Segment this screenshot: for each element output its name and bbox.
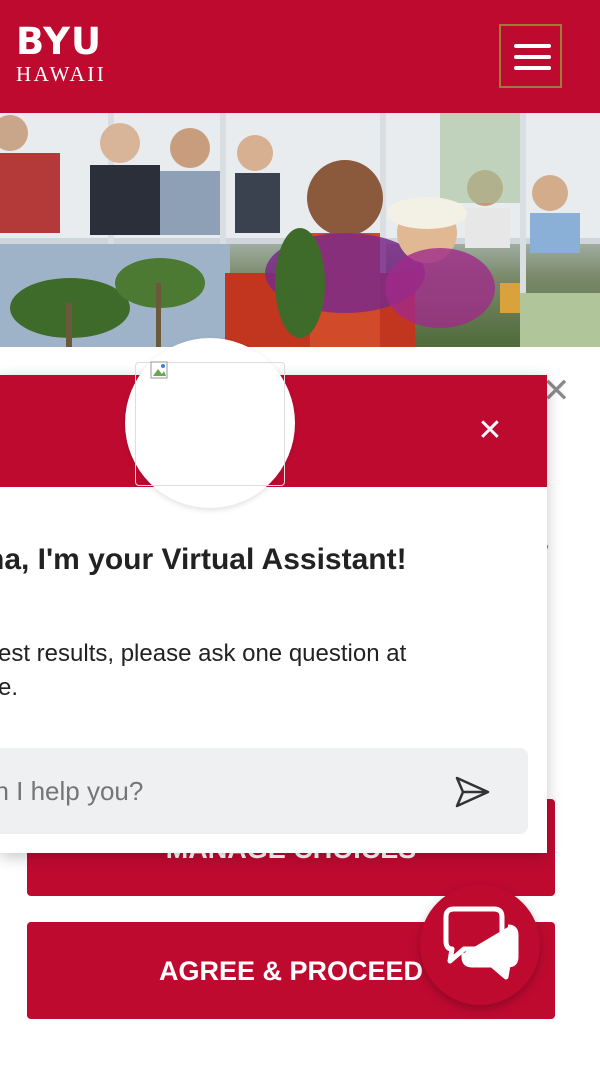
chat-bubbles-icon xyxy=(443,906,519,980)
chat-message-input[interactable] xyxy=(0,748,460,834)
hamburger-menu-icon xyxy=(514,44,551,48)
chat-instructions: est results, please ask one question at … xyxy=(0,637,478,705)
avatar-image-placeholder xyxy=(135,362,285,486)
chat-launcher-button[interactable] xyxy=(420,885,540,1005)
send-message-button[interactable] xyxy=(452,772,492,812)
logo-byu-text: BYU xyxy=(16,20,103,63)
chat-instructions-line1: est results, please ask one question at xyxy=(0,640,407,667)
hamburger-line xyxy=(514,55,551,59)
close-icon: ✕ xyxy=(477,413,503,448)
chat-greeting-title: ha, I'm your Virtual Assistant! xyxy=(0,543,407,576)
chat-close-button[interactable]: ✕ xyxy=(474,415,506,447)
send-icon xyxy=(455,776,490,808)
logo-hawaii-text: HAWAII xyxy=(16,62,107,86)
site-header: BYU HAWAII xyxy=(0,0,600,113)
hero-photo xyxy=(0,113,600,347)
hamburger-menu-button[interactable] xyxy=(499,24,562,88)
chat-instructions-line2: e. xyxy=(0,674,19,701)
hamburger-line xyxy=(514,66,551,70)
byu-hawaii-logo[interactable]: BYU HAWAII xyxy=(16,20,107,86)
chat-input-container xyxy=(0,748,528,834)
broken-image-icon xyxy=(150,361,168,379)
hero-photo-illustration xyxy=(0,113,600,347)
